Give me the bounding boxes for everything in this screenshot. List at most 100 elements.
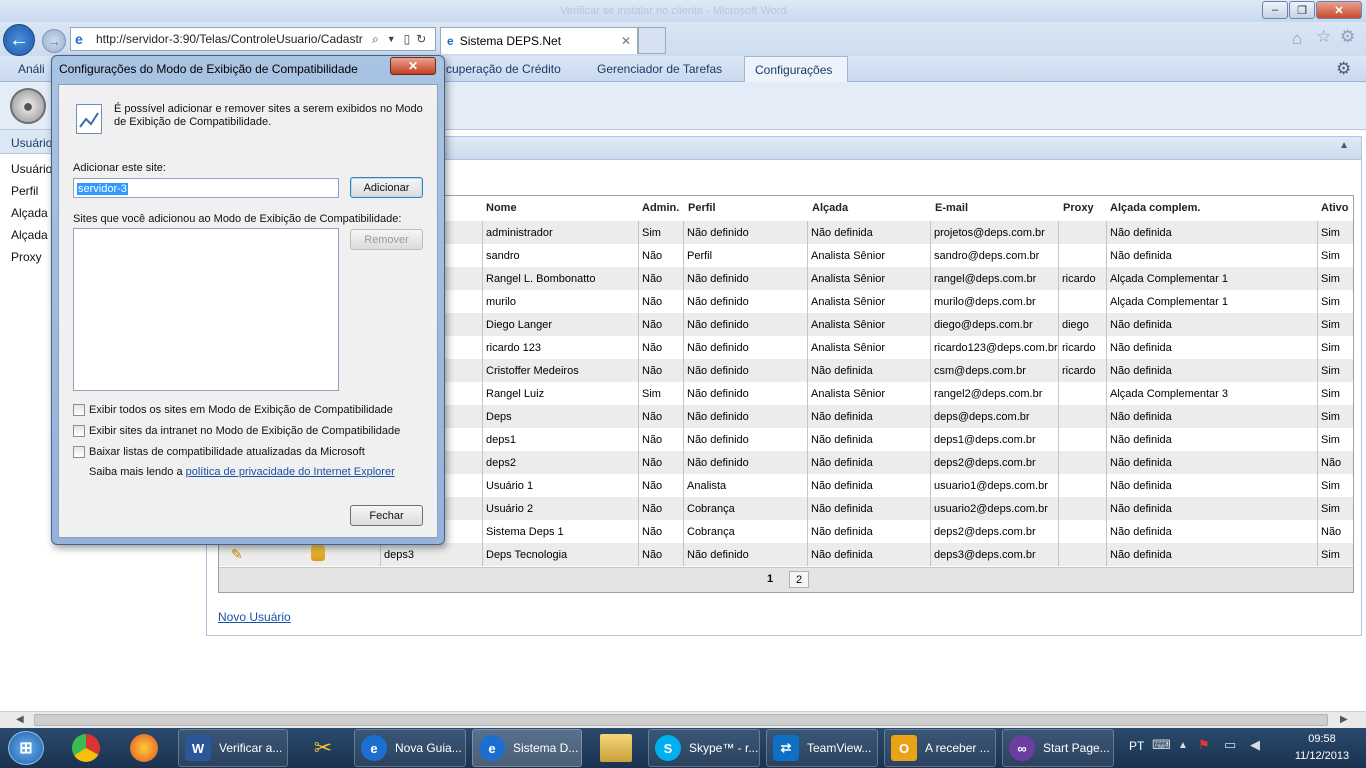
edit-pencil-icon[interactable]: ✎	[231, 546, 243, 563]
taskbar-skype[interactable]: S Skype™ - r...	[648, 729, 760, 767]
option-intranet-checkbox[interactable]	[73, 425, 85, 437]
col-header-admin[interactable]: Admin.	[642, 196, 679, 220]
minimize-button[interactable]: –	[1262, 1, 1288, 19]
keyboard-icon[interactable]: ⌨	[1152, 737, 1171, 753]
horizontal-scrollbar[interactable]: ◀ ▶	[0, 711, 1366, 728]
novo-usuario-link[interactable]: Novo Usuário	[218, 610, 291, 624]
collapse-chevron-icon[interactable]: ▲	[1339, 140, 1349, 151]
cell-alcada: Não definida	[807, 497, 930, 520]
add-site-value: servidor-3	[77, 183, 128, 195]
left-nav-alcada[interactable]: Alçada	[11, 206, 48, 220]
cell-perfil: Não definido	[683, 451, 807, 474]
cell-nome: ricardo 123	[482, 336, 638, 359]
option-all-sites-checkbox[interactable]	[73, 404, 85, 416]
firefox-icon[interactable]	[130, 734, 158, 762]
col-header-nome[interactable]: Nome	[486, 196, 517, 220]
col-header-perfil[interactable]: Perfil	[688, 196, 716, 220]
network-icon[interactable]: ▭	[1224, 737, 1236, 753]
option-download-lists-checkbox[interactable]	[73, 446, 85, 458]
option-download-lists-label: Baixar listas de compatibilidade atualiz…	[89, 446, 365, 458]
taskbar-sistema-deps-label: Sistema D...	[513, 741, 579, 755]
taskbar-sistema-deps[interactable]: e Sistema D...	[472, 729, 582, 767]
cell-complem: Não definida	[1106, 543, 1317, 566]
cell-admin: Não	[638, 267, 683, 290]
clock-time[interactable]: 09:58	[1290, 733, 1354, 745]
menu-configuracoes[interactable]: Configurações	[744, 56, 848, 82]
cell-nome: Rangel Luiz	[482, 382, 638, 405]
chrome-icon[interactable]	[72, 734, 100, 762]
adicionar-button[interactable]: Adicionar	[350, 177, 423, 198]
back-arrow-icon[interactable]: ←	[3, 24, 35, 56]
cell-perfil: Analista	[683, 474, 807, 497]
language-indicator[interactable]: PT	[1129, 739, 1144, 753]
tools-gear-icon[interactable]: ⚙	[1340, 28, 1358, 46]
close-window-button[interactable]: ✕	[1316, 1, 1362, 19]
tray-chevron-icon[interactable]: ▲	[1178, 740, 1188, 751]
option-intranet-label: Exibir sites da intranet no Modo de Exib…	[89, 425, 401, 437]
table-row[interactable]: ✎ deps3 Deps Tecnologia Não Não definido Não …	[219, 543, 1353, 566]
tab-sistema-deps[interactable]: e Sistema DEPS.Net ✕	[440, 27, 638, 54]
search-icon[interactable]: ⌕	[372, 32, 379, 47]
dialog-title: Configurações do Modo de Exibição de Com…	[59, 62, 358, 76]
favorites-star-icon[interactable]: ☆	[1316, 28, 1334, 46]
taskbar-nova-guia[interactable]: e Nova Guia...	[354, 729, 466, 767]
explorer-folder-icon[interactable]	[600, 734, 632, 762]
remover-button[interactable]: Remover	[350, 229, 423, 250]
refresh-icon[interactable]: ↻	[416, 32, 426, 46]
site-list-box[interactable]	[73, 228, 339, 391]
scroll-left-icon[interactable]: ◀	[16, 714, 24, 725]
cell-admin: Não	[638, 359, 683, 382]
ie-icon: e	[479, 735, 505, 761]
maximize-button[interactable]: ❐	[1289, 1, 1315, 19]
cell-complem: Não definida	[1106, 313, 1317, 336]
cell-ativo: Sim	[1317, 244, 1353, 267]
cell-email: deps@deps.com.br	[930, 405, 1058, 428]
menu-recuperacao-credito[interactable]: cuperação de Crédito	[436, 56, 571, 82]
cell-alcada: Analista Sênior	[807, 336, 930, 359]
col-header-email[interactable]: E-mail	[935, 196, 968, 220]
home-icon[interactable]: ⌂	[1292, 30, 1310, 48]
col-header-proxy[interactable]: Proxy	[1063, 196, 1094, 220]
start-orb-icon[interactable]: ⊞	[8, 731, 44, 765]
cell-nome: Deps	[482, 405, 638, 428]
tab-close-icon[interactable]: ✕	[621, 34, 631, 48]
volume-icon[interactable]: ◀	[1250, 737, 1260, 753]
col-header-ativo[interactable]: Ativo	[1321, 196, 1349, 220]
cell-nome: Sistema Deps 1	[482, 520, 638, 543]
address-bar[interactable]: e http://servidor-3:90/Telas/ControleUsu…	[70, 27, 436, 51]
page-1-link[interactable]: 1	[767, 573, 773, 585]
cell-complem: Não definida	[1106, 497, 1317, 520]
col-header-alcada[interactable]: Alçada	[812, 196, 848, 220]
menu-gerenciador-tarefas[interactable]: Gerenciador de Tarefas	[587, 56, 732, 82]
left-nav-proxy[interactable]: Proxy	[11, 250, 42, 264]
taskbar-outlook[interactable]: O A receber ...	[884, 729, 996, 767]
taskbar-start-page[interactable]: ∞ Start Page...	[1002, 729, 1114, 767]
privacy-policy-link[interactable]: política de privacidade do Internet Expl…	[186, 466, 395, 478]
clock-date[interactable]: 11/12/2013	[1290, 750, 1354, 762]
left-nav-usuario[interactable]: Usuário	[11, 162, 52, 176]
tools-icon[interactable]: ✂	[307, 732, 339, 764]
cell-email: ricardo123@deps.com.br	[930, 336, 1058, 359]
dropdown-chevron-icon[interactable]: ▼	[387, 34, 396, 44]
left-nav-alcada-complementar[interactable]: Alçada	[11, 228, 48, 242]
menu-analise[interactable]: Análi	[8, 56, 55, 82]
cell-perfil: Não definido	[683, 405, 807, 428]
flag-icon[interactable]: ⚑	[1198, 737, 1210, 753]
scroll-right-icon[interactable]: ▶	[1340, 714, 1348, 725]
taskbar-word[interactable]: W Verificar a...	[178, 729, 288, 767]
compat-view-icon[interactable]: ▯	[404, 32, 411, 46]
taskbar-teamviewer[interactable]: ⇄ TeamView...	[766, 729, 878, 767]
dialog-close-button[interactable]: ✕	[390, 57, 436, 75]
cell-proxy	[1058, 290, 1106, 313]
fechar-button[interactable]: Fechar	[350, 505, 423, 526]
scroll-thumb[interactable]	[34, 714, 1328, 726]
left-nav-perfil[interactable]: Perfil	[11, 184, 38, 198]
new-tab-button[interactable]	[638, 27, 666, 54]
add-site-input[interactable]: servidor-3	[73, 178, 339, 198]
settings-gear-icon[interactable]: ⚙	[1336, 59, 1356, 79]
page-2-link[interactable]: 2	[789, 571, 809, 588]
cell-login: deps3	[380, 543, 482, 566]
forward-arrow-icon[interactable]: →	[42, 29, 66, 53]
lock-icon[interactable]	[311, 545, 325, 561]
col-header-alcada-complem[interactable]: Alçada complem.	[1110, 196, 1200, 220]
